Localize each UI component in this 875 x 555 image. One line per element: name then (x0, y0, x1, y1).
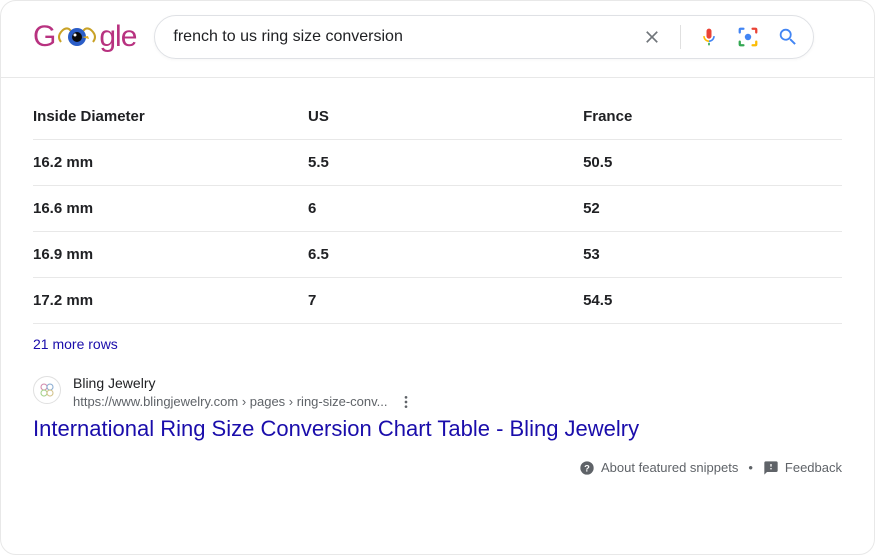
table-header: France (583, 100, 842, 140)
separator (680, 25, 681, 49)
search-input[interactable] (173, 28, 642, 46)
table-header: Inside Diameter (33, 100, 308, 140)
google-logo[interactable]: G g l e (33, 20, 136, 54)
site-name: Bling Jewelry (73, 374, 842, 394)
table-row: 16.9 mm 6.5 53 (33, 232, 842, 278)
lens-search-icon[interactable] (737, 26, 759, 48)
search-icon[interactable] (777, 26, 799, 48)
about-snippets-link[interactable]: ? About featured snippets (579, 460, 738, 476)
table-row: 17.2 mm 7 54.5 (33, 278, 842, 324)
logo-letter-g: G (33, 20, 55, 54)
table-row: 16.6 mm 6 52 (33, 186, 842, 232)
site-favicon (33, 376, 61, 404)
doodle-icon (55, 22, 99, 52)
breadcrumb: https://www.blingjewelry.com › pages › r… (73, 394, 388, 409)
table-row: 16.2 mm 5.5 50.5 (33, 140, 842, 186)
result-menu-icon[interactable] (398, 394, 414, 410)
more-rows-link[interactable]: 21 more rows (33, 336, 842, 352)
result-title-link[interactable]: International Ring Size Conversion Chart… (33, 416, 842, 442)
logo-letter-g2: g (99, 20, 115, 54)
help-icon: ? (579, 460, 595, 476)
feedback-icon (763, 460, 779, 476)
conversion-table: Inside Diameter US France 16.2 mm 5.5 50… (33, 100, 842, 324)
voice-search-icon[interactable] (699, 27, 719, 47)
separator-dot: • (748, 460, 753, 475)
feedback-link[interactable]: Feedback (763, 460, 842, 476)
search-bar[interactable] (154, 15, 814, 59)
clear-icon[interactable] (642, 27, 662, 47)
table-header: US (308, 100, 583, 140)
svg-text:?: ? (584, 463, 590, 473)
logo-letter-e: e (121, 20, 137, 54)
